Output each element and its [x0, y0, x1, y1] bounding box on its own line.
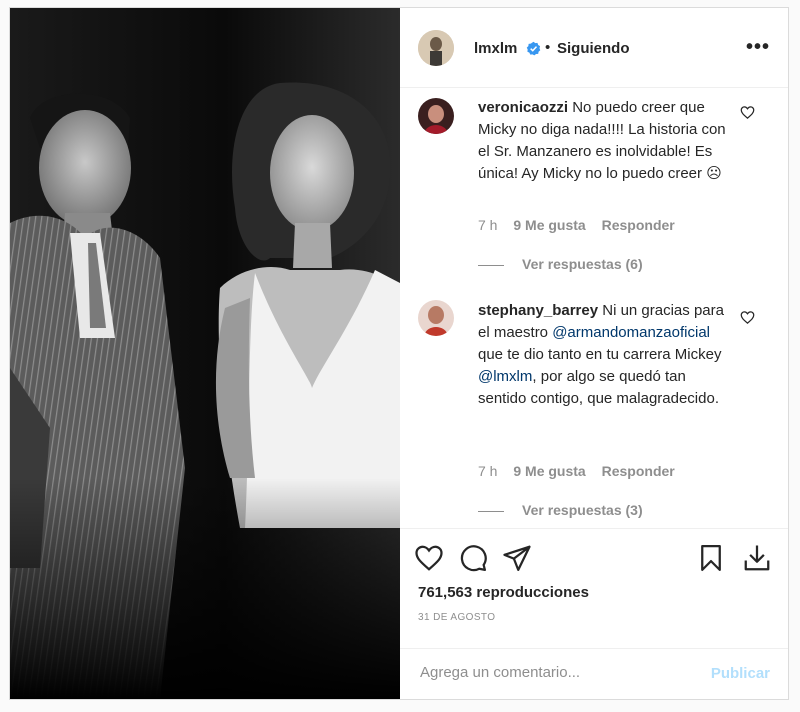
download-icon[interactable]	[742, 543, 772, 573]
comment-body: que te dio tanto en tu carrera Mickey	[478, 346, 722, 363]
post-actions: 761,563 reproducciones 31 DE AGOSTO	[400, 528, 788, 648]
author-username[interactable]: lmxlm	[474, 40, 517, 57]
publish-button[interactable]: Publicar	[711, 665, 770, 682]
comments-list[interactable]: veronicaozzi No puedo creer que Micky no…	[400, 88, 788, 528]
comment-avatar[interactable]	[418, 98, 454, 134]
comment-meta: 7 h 9 Me gusta Responder	[478, 217, 687, 233]
comment-likes[interactable]: 9 Me gusta	[513, 217, 585, 233]
replies-divider	[478, 264, 504, 266]
author-avatar[interactable]	[418, 30, 454, 66]
comment-username[interactable]: veronicaozzi	[478, 99, 568, 116]
post-photo	[10, 8, 400, 699]
more-options-icon[interactable]: •••	[746, 36, 770, 59]
post-frame: lmxlm • Siguiendo ••• veronicaozzi No pu…	[9, 7, 789, 700]
reply-button[interactable]: Responder	[602, 463, 675, 479]
following-button[interactable]: Siguiendo	[557, 40, 630, 57]
comment-meta: 7 h 9 Me gusta Responder	[478, 463, 687, 479]
mention-link[interactable]: @lmxlm	[478, 368, 532, 385]
comment-time[interactable]: 7 h	[478, 463, 497, 479]
replies-divider	[478, 510, 504, 512]
comment-text: stephany_barrey Ni un gracias para el ma…	[478, 300, 736, 410]
comment-likes[interactable]: 9 Me gusta	[513, 463, 585, 479]
view-replies-button[interactable]: Ver respuestas (6)	[478, 256, 643, 272]
heart-icon[interactable]	[414, 543, 444, 573]
post-date[interactable]: 31 DE AGOSTO	[418, 612, 495, 623]
reply-button[interactable]: Responder	[602, 217, 675, 233]
share-icon[interactable]	[502, 543, 532, 573]
comment-avatar[interactable]	[418, 300, 454, 336]
post-panel: lmxlm • Siguiendo ••• veronicaozzi No pu…	[400, 8, 788, 699]
comment-composer: Publicar	[400, 648, 788, 699]
comment-username[interactable]: stephany_barrey	[478, 302, 598, 319]
like-comment-icon[interactable]	[740, 105, 755, 120]
like-comment-icon[interactable]	[740, 310, 755, 325]
views-count[interactable]: 761,563 reproducciones	[418, 584, 589, 601]
comment-icon[interactable]	[458, 543, 488, 573]
post-header: lmxlm • Siguiendo •••	[400, 8, 788, 88]
comment-time[interactable]: 7 h	[478, 217, 497, 233]
verified-icon	[526, 41, 541, 56]
mention-link[interactable]: @armandomanzaoficial	[552, 324, 710, 341]
comment-text: veronicaozzi No puedo creer que Micky no…	[478, 97, 736, 185]
post-media[interactable]	[10, 8, 400, 699]
view-replies-label: Ver respuestas (6)	[522, 256, 643, 272]
separator-dot: •	[545, 39, 551, 56]
view-replies-label: Ver respuestas (3)	[522, 502, 643, 518]
bookmark-icon[interactable]	[696, 543, 726, 573]
comment-input[interactable]	[418, 663, 692, 682]
view-replies-button[interactable]: Ver respuestas (3)	[478, 502, 643, 518]
